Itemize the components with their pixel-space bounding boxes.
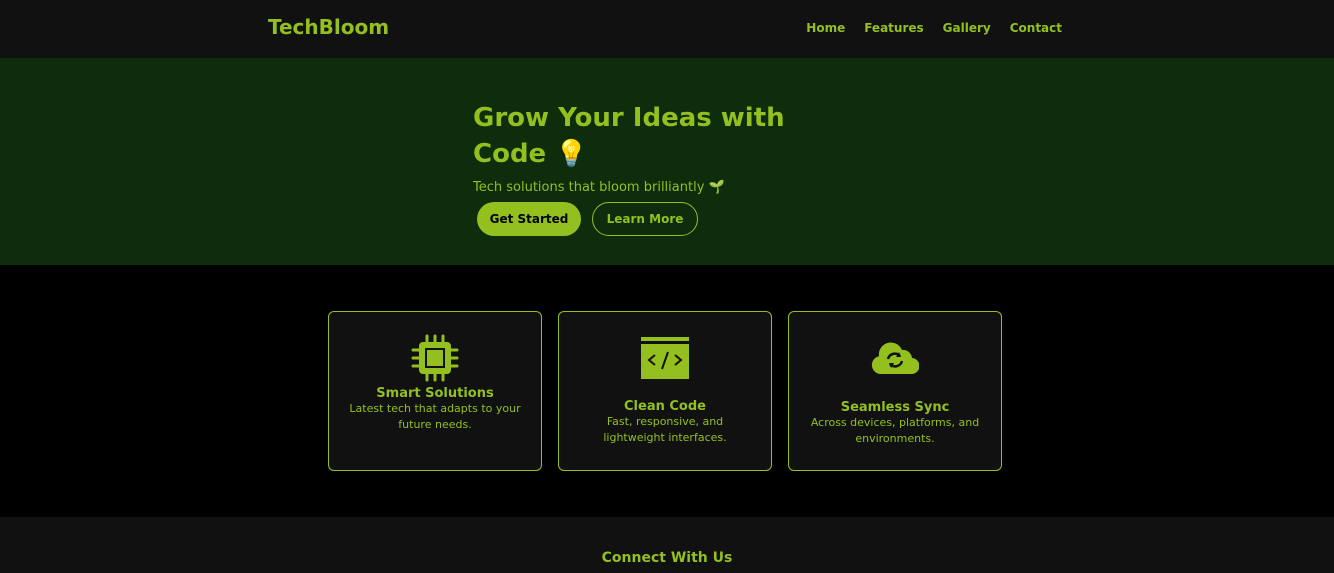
feature-title: Clean Code (624, 399, 706, 414)
chip-icon (411, 334, 459, 382)
logo[interactable]: TechBloom (268, 15, 389, 39)
nav-gallery[interactable]: Gallery (943, 21, 991, 35)
hero-section: Grow Your Ideas with Code 💡 Tech solutio… (0, 58, 1334, 265)
feature-card: Smart Solutions Latest tech that adapts … (328, 311, 542, 471)
feature-title: Smart Solutions (376, 386, 494, 401)
feature-card: Seamless Sync Across devices, platforms,… (788, 311, 1002, 471)
get-started-button[interactable]: Get Started (477, 202, 581, 236)
feature-text: Across devices, platforms, and environme… (810, 416, 980, 445)
hero-subtitle: Tech solutions that bloom brilliantly 🌱 (473, 180, 725, 195)
feature-card: Clean Code Fast, responsive, and lightwe… (558, 311, 772, 471)
nav-home[interactable]: Home (806, 21, 845, 35)
feature-text: Fast, responsive, and lightweight interf… (603, 415, 727, 444)
code-window-icon (641, 337, 689, 379)
feature-title: Seamless Sync (840, 400, 950, 415)
navbar: TechBloom Home Features Gallery Contact (0, 0, 1334, 58)
footer: Connect With Us (0, 517, 1334, 573)
nav-links: Home Features Gallery Contact (806, 21, 1062, 35)
footer-heading: Connect With Us (601, 550, 733, 566)
nav-features[interactable]: Features (864, 21, 923, 35)
feature-text: Latest tech that adapts to your future n… (349, 402, 521, 431)
learn-more-button[interactable]: Learn More (592, 202, 698, 236)
cloud-sync-icon (871, 342, 919, 374)
nav-contact[interactable]: Contact (1010, 21, 1062, 35)
features-section: Smart Solutions Latest tech that adapts … (0, 265, 1334, 517)
hero-title: Grow Your Ideas with Code 💡 (473, 103, 785, 169)
